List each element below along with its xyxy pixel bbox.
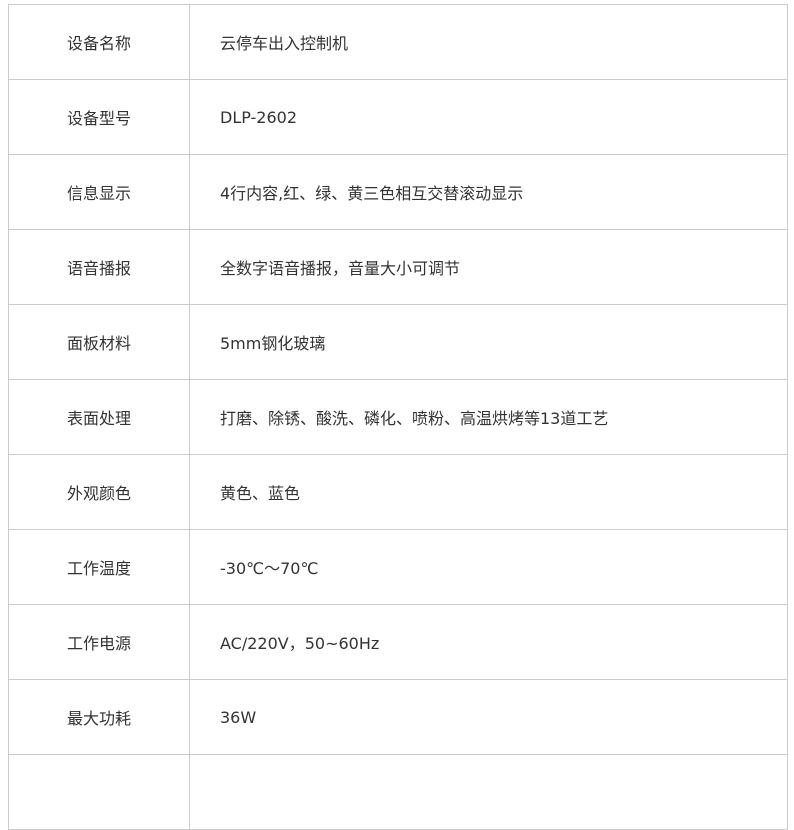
spec-label: 语音播报 (8, 229, 190, 305)
spec-value (189, 754, 788, 830)
spec-label: 工作电源 (8, 604, 190, 680)
spec-value: 全数字语音播报，音量大小可调节 (189, 229, 788, 305)
spec-label: 设备名称 (8, 4, 190, 80)
spec-label: 设备型号 (8, 79, 190, 155)
spec-value: 4行内容,红、绿、黄三色相互交替滚动显示 (189, 154, 788, 230)
spec-value: AC/220V，50~60Hz (189, 604, 788, 680)
spec-value: -30℃～70℃ (189, 529, 788, 605)
table-row: 最大功耗 36W (8, 679, 788, 755)
spec-value: 36W (189, 679, 788, 755)
spec-value: 黄色、蓝色 (189, 454, 788, 530)
spec-table: 设备名称 云停车出入控制机 设备型号 DLP-2602 信息显示 4行内容,红、绿、黄三色… (8, 4, 788, 830)
table-row: 设备型号 DLP-2602 (8, 79, 788, 155)
table-row: 表面处理 打磨、除锈、酸洗、磷化、喷粉、高温烘烤等13道工艺 (8, 379, 788, 455)
spec-value: 5mm钢化玻璃 (189, 304, 788, 380)
table-row (8, 754, 788, 830)
spec-table-body: 设备名称 云停车出入控制机 设备型号 DLP-2602 信息显示 4行内容,红、绿、黄三色… (8, 4, 788, 830)
spec-value: DLP-2602 (189, 79, 788, 155)
table-row: 语音播报 全数字语音播报，音量大小可调节 (8, 229, 788, 305)
spec-label: 工作温度 (8, 529, 190, 605)
table-row: 外观颜色 黄色、蓝色 (8, 454, 788, 530)
spec-label: 面板材料 (8, 304, 190, 380)
table-row: 工作电源 AC/220V，50~60Hz (8, 604, 788, 680)
table-row: 设备名称 云停车出入控制机 (8, 4, 788, 80)
spec-label: 表面处理 (8, 379, 190, 455)
spec-label: 信息显示 (8, 154, 190, 230)
spec-label: 最大功耗 (8, 679, 190, 755)
table-row: 信息显示 4行内容,红、绿、黄三色相互交替滚动显示 (8, 154, 788, 230)
spec-label (8, 754, 190, 830)
spec-label: 外观颜色 (8, 454, 190, 530)
table-row: 工作温度 -30℃～70℃ (8, 529, 788, 605)
spec-value: 打磨、除锈、酸洗、磷化、喷粉、高温烘烤等13道工艺 (189, 379, 788, 455)
spec-value: 云停车出入控制机 (189, 4, 788, 80)
table-row: 面板材料 5mm钢化玻璃 (8, 304, 788, 380)
